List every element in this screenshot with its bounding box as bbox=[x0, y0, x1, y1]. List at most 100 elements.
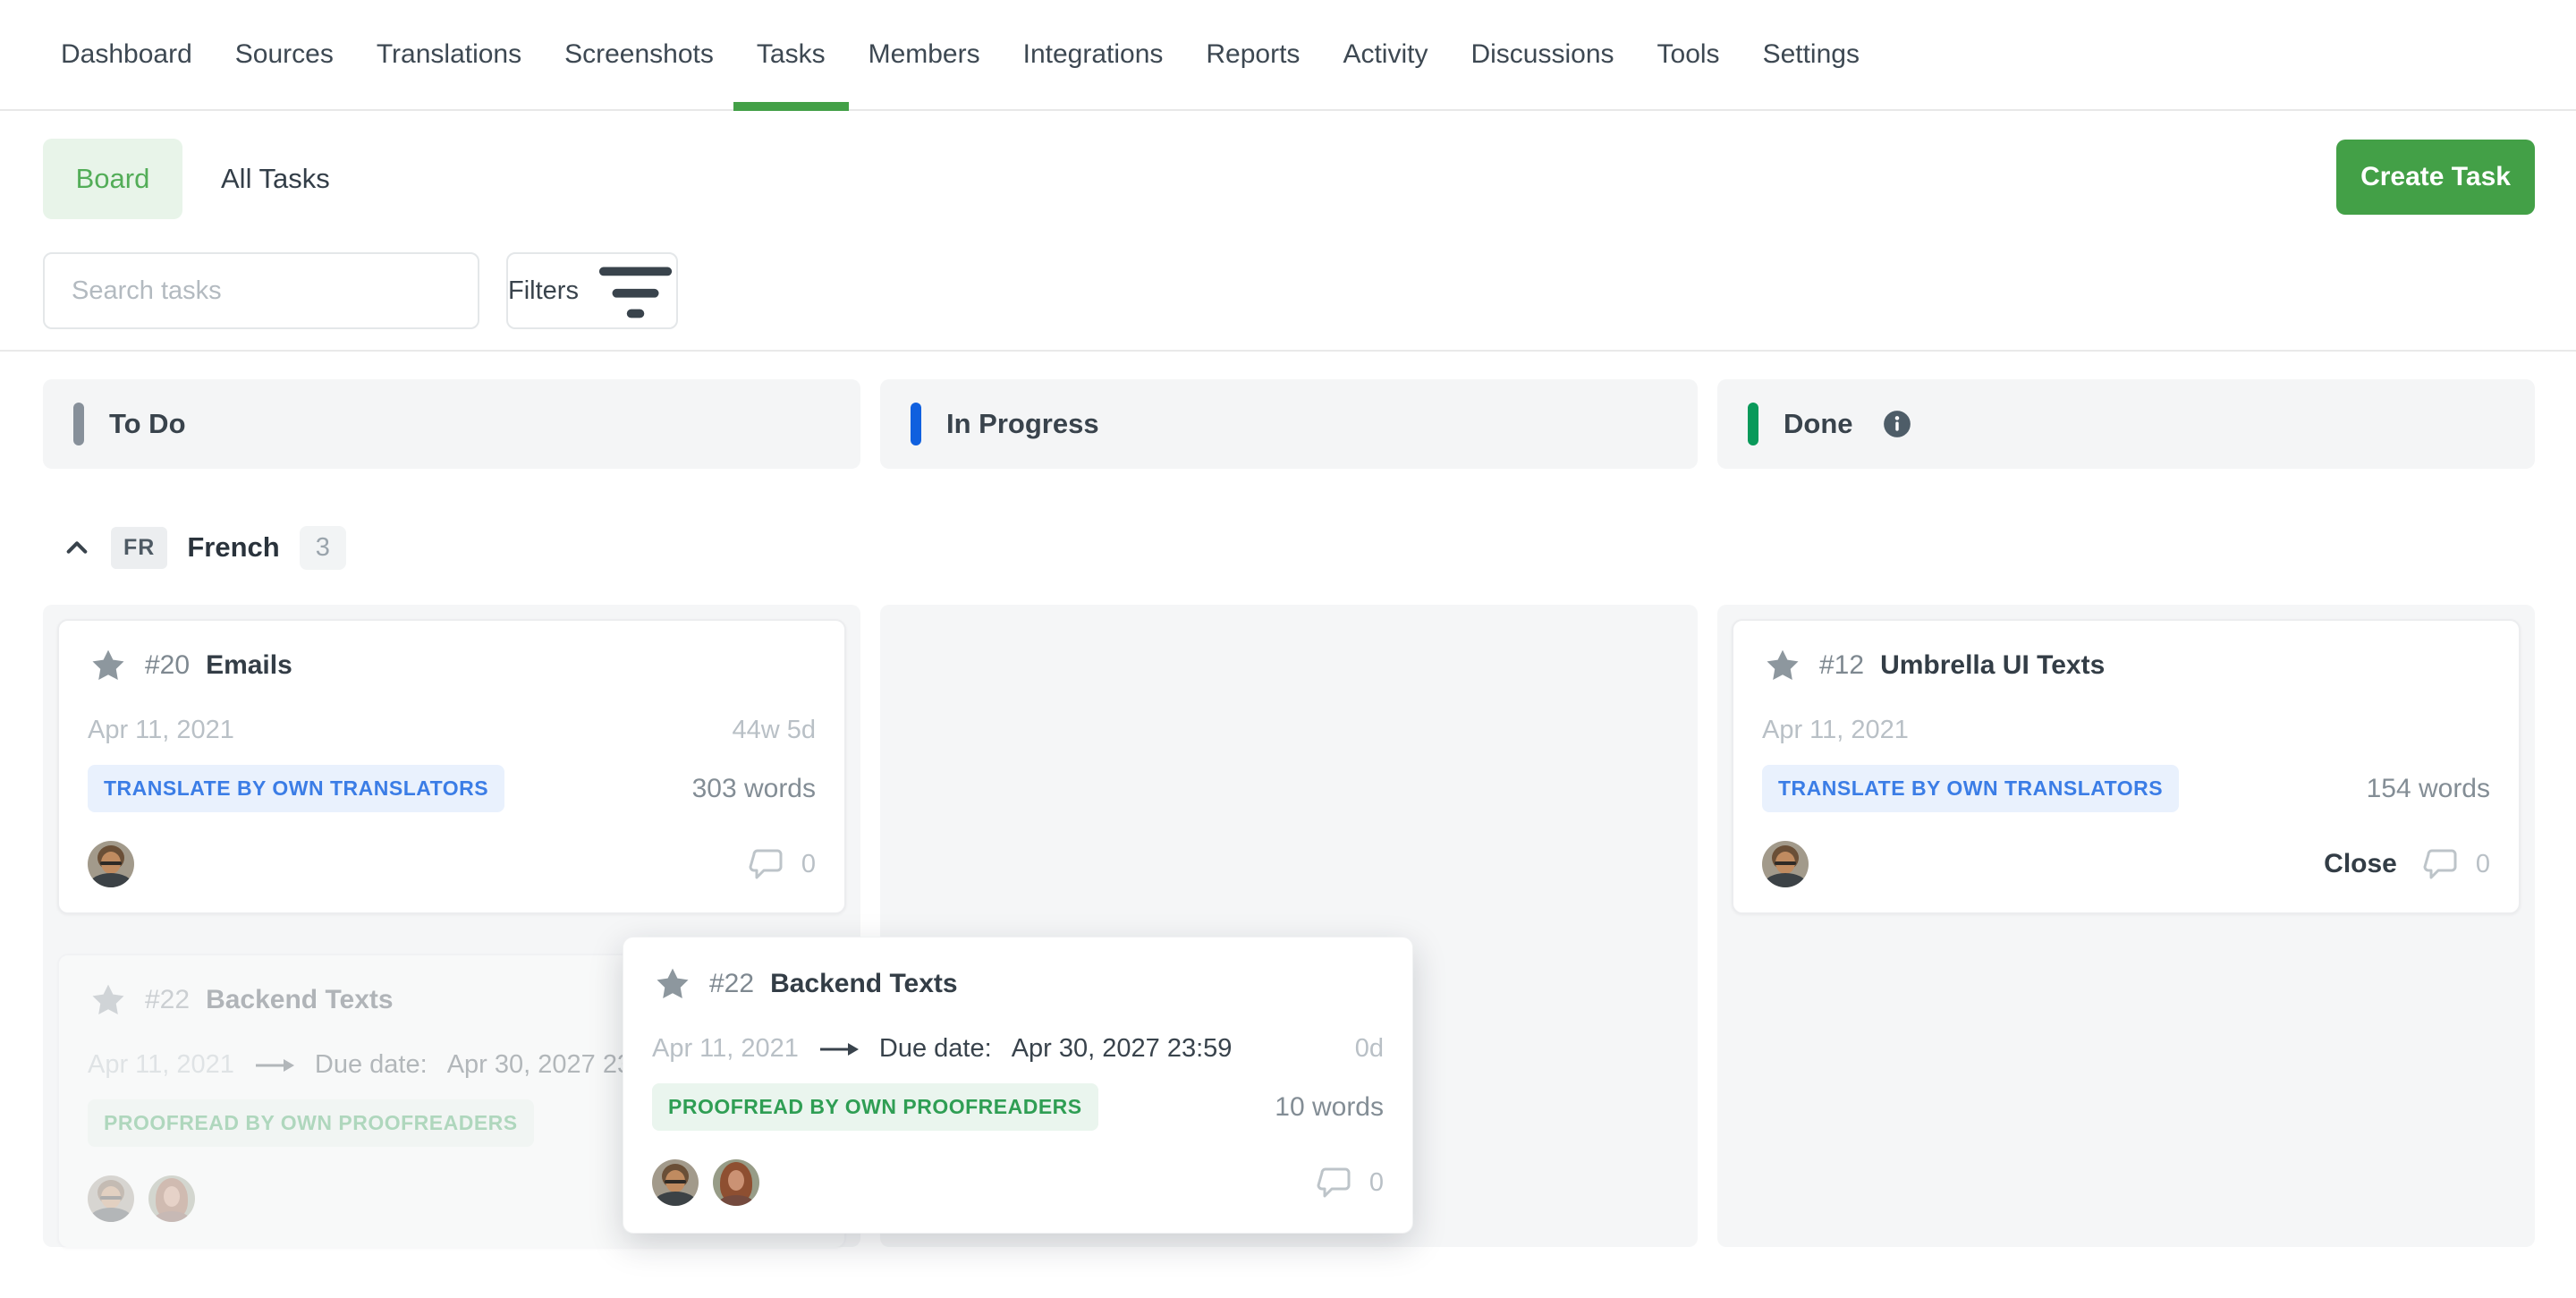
task-age: 44w 5d bbox=[732, 716, 816, 745]
task-card-22-dragging[interactable]: #22 Backend Texts Apr 11, 2021 Due date:… bbox=[623, 937, 1413, 1234]
tab-all-tasks[interactable]: All Tasks bbox=[221, 139, 330, 219]
arrow-right-icon bbox=[254, 1056, 295, 1074]
card-dates-row: Apr 11, 2021 bbox=[1762, 716, 2490, 745]
assignees bbox=[88, 1175, 195, 1222]
word-count: 303 words bbox=[692, 774, 816, 804]
main-nav: Dashboard Sources Translations Screensho… bbox=[0, 0, 2576, 111]
column-done: #12 Umbrella UI Texts Apr 11, 2021 TRANS… bbox=[1717, 605, 2535, 1247]
due-date-label: Due date: bbox=[315, 1050, 428, 1080]
create-task-button[interactable]: Create Task bbox=[2336, 140, 2535, 215]
task-type-badge: TRANSLATE BY OWN TRANSLATORS bbox=[1762, 765, 2179, 812]
search-tasks-input[interactable] bbox=[43, 252, 479, 329]
task-title: Backend Texts bbox=[206, 985, 394, 1015]
card-footer: 0 bbox=[88, 841, 816, 887]
task-title: Emails bbox=[206, 650, 292, 681]
language-code-badge: FR bbox=[111, 527, 167, 569]
due-date-label: Due date: bbox=[879, 1034, 992, 1064]
star-icon[interactable] bbox=[1762, 646, 1803, 685]
assignees bbox=[1762, 841, 1809, 887]
avatar-woman bbox=[713, 1159, 759, 1206]
assignees bbox=[88, 841, 134, 887]
word-count: 10 words bbox=[1275, 1092, 1384, 1123]
task-card-12[interactable]: #12 Umbrella UI Texts Apr 11, 2021 TRANS… bbox=[1732, 619, 2521, 914]
avatar-man bbox=[88, 841, 134, 887]
task-start-date: Apr 11, 2021 bbox=[1762, 716, 1909, 745]
column-title-todo: To Do bbox=[109, 408, 186, 440]
language-group-header: FR French 3 bbox=[63, 519, 346, 576]
nav-translations[interactable]: Translations bbox=[377, 0, 521, 109]
task-start-date: Apr 11, 2021 bbox=[88, 1050, 234, 1080]
assignees bbox=[652, 1159, 759, 1206]
filters-button[interactable]: Filters bbox=[506, 252, 678, 329]
filters-label: Filters bbox=[508, 276, 579, 306]
card-dates-row: Apr 11, 2021 44w 5d bbox=[88, 716, 816, 745]
nav-members[interactable]: Members bbox=[869, 0, 980, 109]
task-start-date: Apr 11, 2021 bbox=[652, 1034, 799, 1064]
comment-count: 0 bbox=[1369, 1168, 1384, 1198]
avatar-man bbox=[88, 1175, 134, 1222]
task-count-badge: 3 bbox=[300, 526, 346, 570]
chevron-up-icon[interactable] bbox=[63, 533, 91, 562]
task-id: #22 bbox=[709, 969, 754, 999]
nav-reports[interactable]: Reports bbox=[1206, 0, 1300, 109]
status-color-bar-todo bbox=[73, 403, 84, 445]
task-card-20[interactable]: #20 Emails Apr 11, 2021 44w 5d TRANSLATE… bbox=[57, 619, 846, 914]
word-count: 154 words bbox=[2367, 774, 2490, 804]
nav-activity[interactable]: Activity bbox=[1343, 0, 1428, 109]
comments-button[interactable]: 0 bbox=[1316, 1163, 1384, 1202]
nav-sources[interactable]: Sources bbox=[235, 0, 334, 109]
tab-board[interactable]: Board bbox=[43, 139, 182, 219]
task-start-date: Apr 11, 2021 bbox=[88, 716, 234, 745]
arrow-right-icon bbox=[818, 1040, 860, 1058]
column-title-done: Done bbox=[1784, 408, 1853, 440]
star-icon[interactable] bbox=[88, 646, 129, 685]
comments-button[interactable]: 0 bbox=[2422, 844, 2490, 884]
avatar-woman bbox=[148, 1175, 195, 1222]
card-header: #20 Emails bbox=[88, 646, 816, 685]
nav-discussions[interactable]: Discussions bbox=[1470, 0, 1614, 109]
comments-button[interactable]: 0 bbox=[748, 844, 816, 884]
status-color-bar-done bbox=[1748, 403, 1758, 445]
column-header-todo: To Do bbox=[43, 379, 860, 469]
nav-integrations[interactable]: Integrations bbox=[1023, 0, 1164, 109]
nav-dashboard[interactable]: Dashboard bbox=[61, 0, 192, 109]
task-age: 0d bbox=[1355, 1034, 1384, 1064]
info-icon[interactable] bbox=[1882, 409, 1912, 439]
nav-tools[interactable]: Tools bbox=[1657, 0, 1720, 109]
avatar-man bbox=[652, 1159, 699, 1206]
language-name: French bbox=[187, 531, 279, 564]
due-date-value: Apr 30, 2027 23:59 bbox=[1012, 1034, 1233, 1064]
column-title-in-progress: In Progress bbox=[946, 408, 1099, 440]
comment-icon bbox=[748, 844, 787, 884]
comment-count: 0 bbox=[2476, 850, 2490, 879]
card-badge-row: PROOFREAD BY OWN PROOFREADERS 10 words bbox=[652, 1083, 1384, 1131]
card-footer: 0 bbox=[652, 1159, 1384, 1206]
card-badge-row: TRANSLATE BY OWN TRANSLATORS 303 words bbox=[88, 765, 816, 812]
task-title: Backend Texts bbox=[770, 969, 958, 999]
task-type-badge: TRANSLATE BY OWN TRANSLATORS bbox=[88, 765, 504, 812]
star-icon[interactable] bbox=[652, 964, 693, 1004]
column-header-in-progress: In Progress bbox=[880, 379, 1698, 469]
nav-tasks[interactable]: Tasks bbox=[757, 0, 826, 109]
card-dates-row: Apr 11, 2021 Due date: Apr 30, 2027 23:5… bbox=[652, 1034, 1384, 1064]
card-footer: Close 0 bbox=[1762, 841, 2490, 887]
column-header-done: Done bbox=[1717, 379, 2535, 469]
card-badge-row: TRANSLATE BY OWN TRANSLATORS 154 words bbox=[1762, 765, 2490, 812]
nav-settings[interactable]: Settings bbox=[1763, 0, 1860, 109]
nav-screenshots[interactable]: Screenshots bbox=[564, 0, 714, 109]
task-id: #12 bbox=[1819, 650, 1864, 681]
task-type-badge: PROOFREAD BY OWN PROOFREADERS bbox=[88, 1099, 534, 1147]
comment-count: 0 bbox=[801, 850, 816, 879]
star-icon bbox=[88, 980, 129, 1020]
filter-icon bbox=[595, 250, 676, 331]
status-color-bar-in-progress bbox=[911, 403, 921, 445]
task-type-badge: PROOFREAD BY OWN PROOFREADERS bbox=[652, 1083, 1098, 1131]
card-header: #22 Backend Texts bbox=[652, 964, 1384, 1004]
comment-icon bbox=[2422, 844, 2462, 884]
close-task-button[interactable]: Close bbox=[2324, 849, 2397, 879]
task-id: #20 bbox=[145, 650, 190, 681]
task-title: Umbrella UI Texts bbox=[1880, 650, 2105, 681]
tasks-board-page: Dashboard Sources Translations Screensho… bbox=[0, 0, 2576, 1298]
section-divider bbox=[0, 350, 2576, 352]
comment-icon bbox=[1316, 1163, 1355, 1202]
